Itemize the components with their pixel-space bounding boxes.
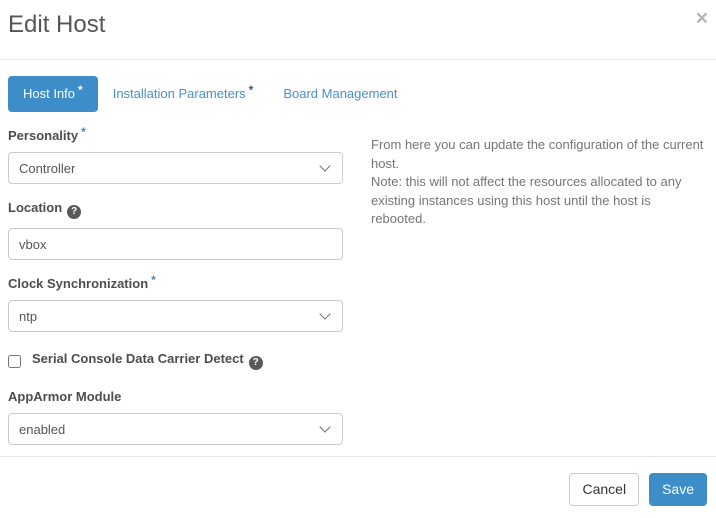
cancel-button[interactable]: Cancel bbox=[569, 473, 639, 506]
close-icon[interactable]: × bbox=[696, 8, 708, 29]
serial-console-field-group: Serial Console Data Carrier Detect? bbox=[8, 352, 343, 370]
tab-installation-parameters-label: Installation Parameters bbox=[113, 86, 246, 101]
save-button[interactable]: Save bbox=[649, 473, 707, 506]
help-text-paragraph-2: Note: this will not affect the resources… bbox=[371, 173, 704, 229]
required-asterisk: * bbox=[78, 83, 83, 97]
required-asterisk: * bbox=[81, 125, 86, 139]
apparmor-label: AppArmor Module bbox=[8, 390, 343, 404]
tab-installation-parameters[interactable]: Installation Parameters* bbox=[98, 76, 269, 112]
location-input[interactable] bbox=[8, 228, 343, 260]
personality-field-group: Personality* Controller bbox=[8, 129, 343, 184]
help-icon[interactable]: ? bbox=[249, 356, 263, 370]
modal-body: Personality* Controller Location? Clock … bbox=[0, 112, 716, 462]
tab-board-management-label: Board Management bbox=[283, 86, 397, 101]
page-title: Edit Host bbox=[8, 10, 708, 40]
chevron-down-icon bbox=[319, 160, 330, 171]
location-label: Location? bbox=[8, 201, 343, 219]
clock-synchronization-selected-value: ntp bbox=[19, 309, 37, 324]
help-text-paragraph-1: From here you can update the configurati… bbox=[371, 136, 704, 173]
apparmor-selected-value: enabled bbox=[19, 422, 65, 437]
serial-console-label: Serial Console Data Carrier Detect? bbox=[32, 352, 263, 370]
modal-header: Edit Host × bbox=[0, 0, 716, 60]
clock-synchronization-field-group: Clock Synchronization* ntp bbox=[8, 277, 343, 332]
modal-footer: Cancel Save bbox=[0, 456, 716, 518]
tab-host-info[interactable]: Host Info* bbox=[8, 76, 98, 112]
form-column: Personality* Controller Location? Clock … bbox=[8, 129, 343, 462]
personality-label: Personality* bbox=[8, 129, 343, 143]
tab-board-management[interactable]: Board Management bbox=[268, 76, 412, 111]
clock-synchronization-label: Clock Synchronization* bbox=[8, 277, 343, 291]
clock-synchronization-select[interactable]: ntp bbox=[8, 300, 343, 332]
serial-console-checkbox[interactable] bbox=[8, 355, 21, 368]
location-field-group: Location? bbox=[8, 201, 343, 260]
required-asterisk: * bbox=[249, 83, 254, 97]
help-icon[interactable]: ? bbox=[67, 205, 81, 219]
apparmor-field-group: AppArmor Module enabled bbox=[8, 390, 343, 445]
tab-host-info-label: Host Info bbox=[23, 86, 75, 101]
required-asterisk: * bbox=[151, 273, 156, 287]
personality-select[interactable]: Controller bbox=[8, 152, 343, 184]
help-panel: From here you can update the configurati… bbox=[343, 129, 704, 462]
personality-selected-value: Controller bbox=[19, 161, 75, 176]
apparmor-select[interactable]: enabled bbox=[8, 413, 343, 445]
tab-bar: Host Info* Installation Parameters* Boar… bbox=[0, 60, 716, 112]
chevron-down-icon bbox=[319, 308, 330, 319]
edit-host-modal: Edit Host × Host Info* Installation Para… bbox=[0, 0, 716, 518]
chevron-down-icon bbox=[319, 421, 330, 432]
